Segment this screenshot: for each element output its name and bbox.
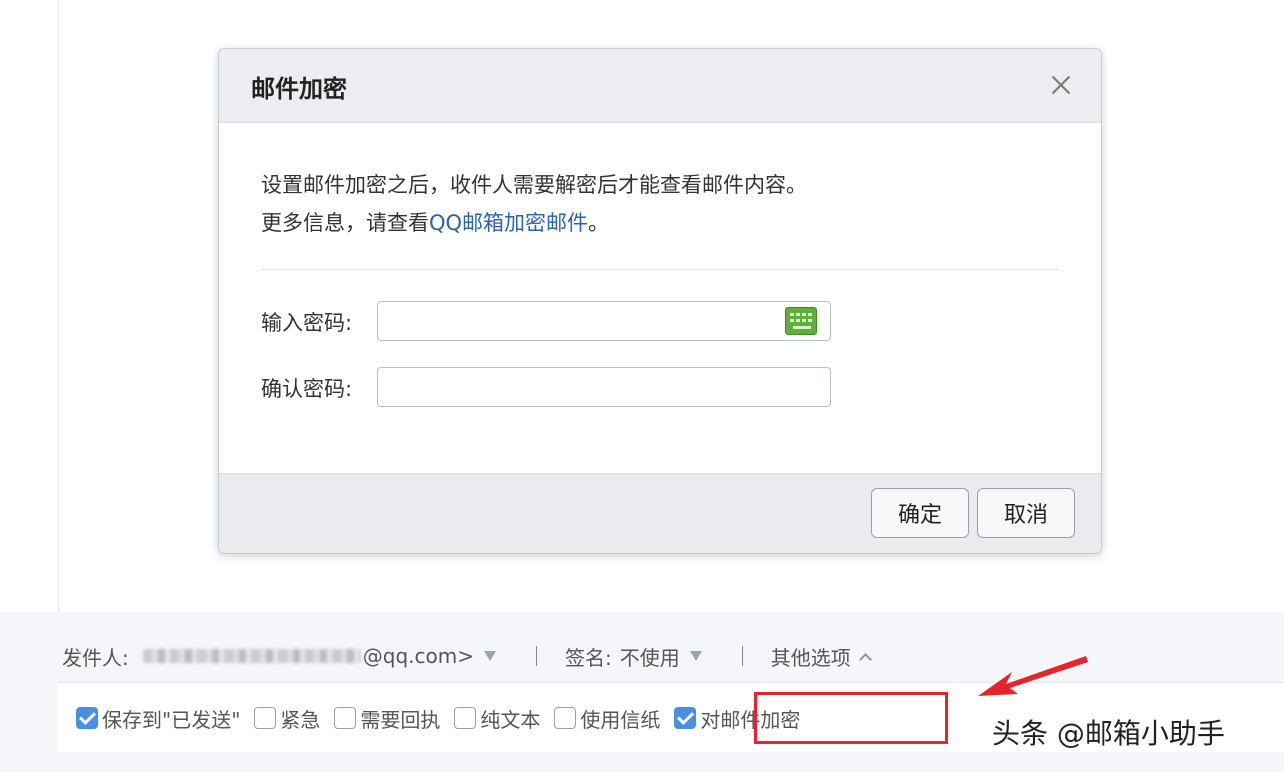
keyboard-icon[interactable] (785, 307, 817, 335)
options-row: 保存到"已发送" 紧急 需要回执 纯文本 使用信纸 对邮件加密 (76, 702, 814, 734)
urgent-checkbox[interactable] (254, 707, 277, 729)
option-urgent[interactable]: 紧急 (254, 704, 320, 733)
option-label: 使用信纸 (580, 707, 661, 732)
confirm-password-input[interactable] (377, 367, 831, 407)
sender-email[interactable]: @qq.com> (363, 644, 474, 668)
read-receipt-checkbox[interactable] (334, 707, 357, 729)
cancel-button[interactable]: 取消 (977, 488, 1075, 538)
separator (535, 646, 537, 666)
option-read-receipt[interactable]: 需要回执 (334, 704, 440, 733)
encrypt-option-highlight (754, 692, 948, 744)
option-label: 纯文本 (480, 707, 541, 732)
red-arrow-icon (978, 656, 1088, 696)
separator (741, 646, 743, 666)
chevron-up-icon[interactable] (858, 652, 872, 666)
mail-encryption-dialog: 邮件加密 设置邮件加密之后，收件人需要解密后才能查看邮件内容。 更多信息，请查看… (218, 48, 1102, 554)
divider (261, 269, 1059, 270)
option-plain-text[interactable]: 纯文本 (454, 704, 540, 733)
dialog-more-info: 更多信息，请查看QQ邮箱加密邮件。 (261, 207, 609, 237)
stationery-checkbox[interactable] (554, 707, 577, 729)
option-stationery[interactable]: 使用信纸 (554, 704, 660, 733)
signature-label: 签名: (564, 645, 612, 670)
option-label: 保存到"已发送" (102, 707, 241, 732)
option-label: 紧急 (280, 707, 321, 732)
more-options-link[interactable]: 其他选项 (771, 642, 851, 671)
dialog-title: 邮件加密 (251, 75, 347, 103)
dialog-description: 设置邮件加密之后，收件人需要解密后才能查看邮件内容。 (261, 173, 807, 197)
plain-text-checkbox[interactable] (454, 707, 477, 729)
signature-value[interactable]: 不使用 (620, 642, 680, 671)
more-info-prefix: 更多信息，请查看 (261, 211, 429, 235)
password-label: 输入密码: (261, 311, 353, 335)
dialog-footer: 确定 取消 (219, 473, 1101, 553)
chevron-down-icon[interactable] (689, 651, 702, 661)
sender-label: 发件人: (62, 645, 129, 670)
sender-row: 发件人: @qq.com> 签名: 不使用 其他选项 (62, 636, 872, 676)
watermark: 头条 @邮箱小助手 (992, 717, 1225, 750)
encryption-help-link[interactable]: QQ邮箱加密邮件 (429, 211, 588, 235)
compose-left-border (58, 0, 59, 612)
sender-name-redacted (142, 649, 361, 663)
confirm-button[interactable]: 确定 (871, 488, 969, 538)
save-to-sent-checkbox[interactable] (76, 707, 98, 729)
confirm-password-label: 确认密码: (261, 377, 353, 401)
chevron-down-icon[interactable] (483, 651, 496, 661)
more-info-suffix: 。 (588, 211, 610, 235)
dialog-header: 邮件加密 (219, 49, 1101, 123)
option-save-to-sent[interactable]: 保存到"已发送" (76, 704, 240, 733)
password-input[interactable] (377, 301, 831, 341)
encrypt-mail-checkbox[interactable] (674, 707, 697, 729)
option-label: 需要回执 (360, 707, 441, 732)
close-icon[interactable] (1049, 73, 1073, 97)
